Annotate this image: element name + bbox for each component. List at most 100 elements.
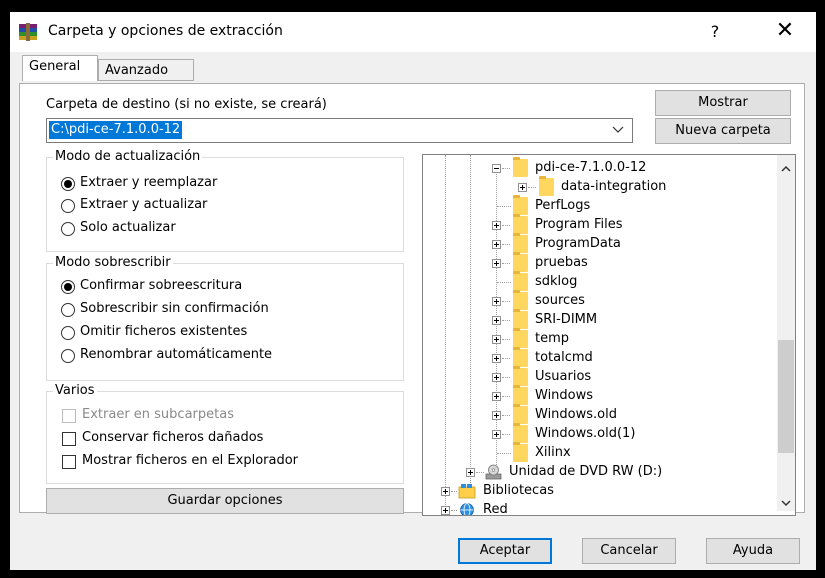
tree-item-label: PerfLogs	[535, 198, 591, 213]
folder-icon	[513, 252, 528, 272]
checkbox-keep-broken[interactable]	[62, 432, 76, 446]
tree-item-label: Windows.old	[535, 407, 617, 422]
expand-icon[interactable]	[492, 430, 501, 439]
folder-icon	[513, 347, 528, 367]
tab-general[interactable]: General	[22, 55, 98, 81]
expand-icon[interactable]	[492, 297, 501, 306]
expand-icon[interactable]	[492, 259, 501, 268]
radio-confirm-overwrite[interactable]	[61, 280, 75, 294]
help-title-button[interactable]: ?	[704, 20, 726, 44]
tree-item-label: Windows.old(1)	[535, 426, 636, 441]
expand-icon[interactable]	[492, 221, 501, 230]
tree-item[interactable]: SRI-DIMM	[423, 309, 773, 330]
show-button[interactable]: Mostrar	[655, 90, 791, 116]
destination-value: C:\pdi-ce-7.1.0.0-12	[49, 121, 183, 139]
tree-item-label: Xilinx	[535, 445, 571, 460]
tree-item[interactable]: data-integration	[423, 176, 773, 197]
folder-icon	[513, 404, 528, 424]
tree-item[interactable]: Xilinx	[423, 442, 773, 463]
network-icon	[460, 503, 474, 515]
tree-scrollbar[interactable]	[777, 155, 795, 511]
expand-icon[interactable]	[492, 411, 501, 420]
tree-item[interactable]: sources	[423, 290, 773, 311]
tree-item[interactable]: ProgramData	[423, 233, 773, 254]
radio-skip-existing[interactable]	[61, 326, 75, 340]
tree-item[interactable]: totalcmd	[423, 347, 773, 368]
radio-extract-update[interactable]	[61, 199, 75, 213]
tree-item[interactable]: sdklog	[423, 271, 773, 292]
tree-guide-line	[502, 225, 510, 226]
expand-icon[interactable]	[492, 335, 501, 344]
chevron-up-icon[interactable]	[780, 163, 792, 175]
folder-icon	[513, 309, 528, 329]
radio-auto-rename[interactable]	[61, 349, 75, 363]
expand-icon[interactable]	[441, 487, 450, 496]
radio-update-only-label: Solo actualizar	[80, 220, 176, 235]
tree-guide-line	[497, 453, 511, 454]
ok-button[interactable]: Aceptar	[458, 538, 552, 564]
new-folder-button[interactable]: Nueva carpeta	[655, 118, 791, 144]
checkbox-show-in-explorer-label: Mostrar ficheros en el Explorador	[82, 453, 299, 468]
tree-item[interactable]: Bibliotecas	[423, 482, 773, 501]
radio-extract-update-label: Extraer y actualizar	[80, 197, 208, 212]
chevron-down-icon[interactable]	[612, 123, 624, 135]
tree-item[interactable]: Unidad de DVD RW (D:)	[423, 463, 773, 482]
help-button[interactable]: Ayuda	[706, 538, 800, 564]
scrollbar-thumb[interactable]	[778, 340, 794, 453]
folder-icon	[513, 233, 528, 253]
tree-item-label: pdi-ce-7.1.0.0-12	[535, 160, 647, 175]
folder-tree[interactable]: pdi-ce-7.1.0.0-12 data-integration PerfL…	[422, 154, 796, 516]
expand-icon[interactable]	[492, 354, 501, 363]
expand-icon[interactable]	[492, 373, 501, 382]
tree-item-label: pruebas	[535, 255, 588, 270]
folder-icon	[513, 328, 528, 348]
tree-item[interactable]: Red	[423, 501, 773, 516]
tree-item-label: ProgramData	[535, 236, 621, 251]
tree-guide-line	[502, 301, 510, 302]
title-bar: Carpeta y opciones de extracción ? ✕	[10, 12, 816, 52]
folder-icon	[513, 385, 528, 405]
tree-item[interactable]: Windows.old(1)	[423, 423, 773, 444]
expand-icon[interactable]	[441, 506, 450, 515]
chevron-down-icon[interactable]	[780, 497, 792, 509]
radio-extract-replace[interactable]	[61, 177, 75, 191]
cancel-button[interactable]: Cancelar	[582, 538, 676, 564]
folder-icon	[513, 214, 528, 234]
folder-icon	[513, 366, 528, 386]
tree-item[interactable]: pruebas	[423, 252, 773, 273]
tree-item[interactable]: Usuarios	[423, 366, 773, 387]
tree-item-label: sdklog	[535, 274, 578, 289]
tree-guide-line	[497, 206, 511, 207]
tree-item[interactable]: Windows	[423, 385, 773, 406]
tree-guide-line	[476, 472, 484, 473]
radio-confirm-overwrite-label: Confirmar sobreescritura	[80, 278, 243, 293]
tree-item[interactable]: pdi-ce-7.1.0.0-12	[423, 157, 773, 178]
folder-icon	[513, 271, 528, 291]
checkbox-show-in-explorer[interactable]	[62, 455, 76, 469]
tree-item[interactable]: Windows.old	[423, 404, 773, 425]
tree-guide-line	[502, 339, 510, 340]
expand-icon[interactable]	[492, 392, 501, 401]
winrar-icon	[19, 23, 37, 41]
tab-avanzado[interactable]: Avanzado	[98, 59, 194, 81]
tree-item-label: Windows	[535, 388, 594, 403]
checkbox-extract-subfolders[interactable]	[62, 409, 76, 423]
close-button[interactable]: ✕	[772, 18, 798, 44]
destination-combobox[interactable]: C:\pdi-ce-7.1.0.0-12	[46, 118, 633, 143]
expand-icon[interactable]	[466, 468, 475, 477]
tree-item[interactable]: PerfLogs	[423, 195, 773, 216]
radio-overwrite-silent[interactable]	[61, 303, 75, 317]
expand-icon[interactable]	[492, 316, 501, 325]
tree-item[interactable]: temp	[423, 328, 773, 349]
tree-item-label: Red	[483, 502, 508, 516]
extraction-dialog: Carpeta y opciones de extracción ? ✕ Gen…	[10, 12, 816, 570]
tree-item-label: sources	[535, 293, 585, 308]
radio-update-only[interactable]	[61, 222, 75, 236]
expand-icon[interactable]	[518, 183, 527, 192]
tree-guide-line	[502, 244, 510, 245]
tree-guide-line	[502, 320, 510, 321]
save-options-button[interactable]: Guardar opciones	[46, 488, 404, 514]
expand-icon[interactable]	[492, 240, 501, 249]
tree-item[interactable]: Program Files	[423, 214, 773, 235]
collapse-icon[interactable]	[492, 164, 501, 173]
